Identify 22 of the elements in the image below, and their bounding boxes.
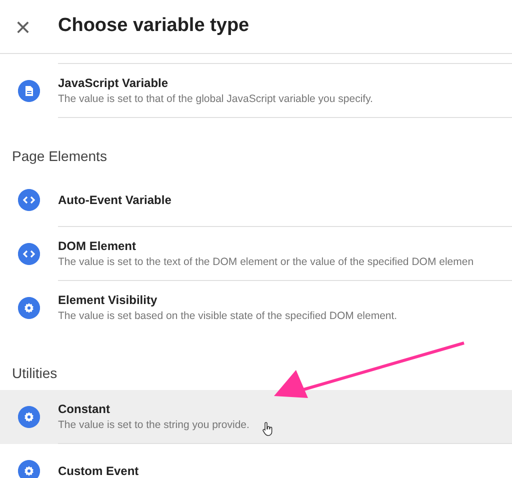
gear-icon: [18, 406, 40, 428]
item-title: Constant: [58, 400, 110, 418]
code-icon: [18, 243, 40, 265]
item-description: The value is set to the text of the DOM element or the value of the specified DOM elemen: [58, 254, 474, 270]
document-icon: [18, 80, 40, 102]
item-title: Custom Event: [58, 463, 139, 478]
item-title: JavaScript Variable: [58, 74, 168, 92]
hand-cursor-icon: [262, 422, 274, 436]
close-button[interactable]: ×: [0, 14, 46, 40]
item-description: The value is set to the string you provide.: [58, 418, 250, 433]
section-heading: Utilities: [12, 364, 58, 383]
code-icon: [18, 189, 40, 211]
item-title: DOM Element: [58, 238, 136, 255]
variable-type-item[interactable]: Constant The value is set to the string you provide.: [0, 390, 512, 444]
item-description: The value is set to that of the global JavaScript variable you specify.: [58, 92, 373, 107]
gear-icon: [18, 460, 40, 478]
section-heading: Page Elements: [12, 147, 107, 166]
item-title: Element Visibility: [58, 292, 158, 310]
item-title: Auto-Event Variable: [58, 192, 172, 208]
dialog-title: Choose variable type: [58, 14, 250, 38]
gear-icon: [18, 297, 40, 319]
item-description: The value is set based on the visible state of the specified DOM element.: [58, 309, 398, 324]
